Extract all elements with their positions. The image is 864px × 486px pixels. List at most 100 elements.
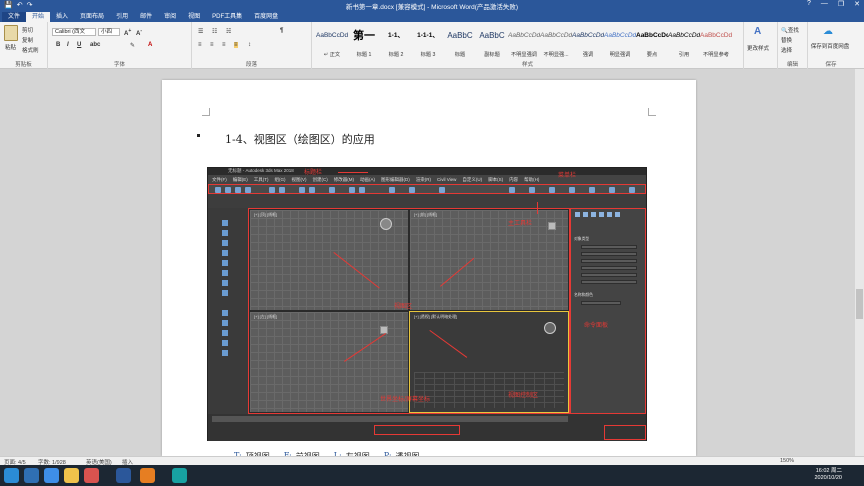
font-family-select[interactable]: Calibri (西文 bbox=[52, 28, 96, 36]
change-styles-button[interactable]: 更改样式 bbox=[747, 44, 769, 52]
style-normal[interactable]: AaBbCcDd ↵ 正文 bbox=[316, 26, 348, 60]
viewport-front[interactable]: [+] [前] [线框] bbox=[409, 209, 569, 311]
strikethrough-button[interactable]: abc bbox=[90, 42, 100, 48]
copy-button[interactable]: 复制 bbox=[22, 36, 33, 44]
viewport-navigation-controls[interactable] bbox=[604, 425, 646, 440]
max-3ds-icon[interactable] bbox=[172, 468, 187, 483]
modify-icon[interactable] bbox=[583, 212, 588, 217]
font-color-icon[interactable]: A bbox=[148, 42, 152, 48]
scrollbar-thumb[interactable] bbox=[856, 289, 863, 319]
tab-home[interactable]: 开始 bbox=[26, 12, 51, 22]
align-center-icon[interactable]: ≡ bbox=[210, 42, 214, 48]
find-button[interactable]: 🔍查找 bbox=[781, 26, 799, 34]
help-button[interactable]: ? bbox=[807, 0, 811, 8]
search-icon[interactable] bbox=[24, 468, 39, 483]
viewcube-icon[interactable] bbox=[380, 218, 392, 230]
viewport-perspective[interactable]: [+] [透视] [默认明暗处理] bbox=[409, 311, 569, 413]
font-size-select[interactable]: 小四 bbox=[98, 28, 120, 36]
font-group: Calibri (西文 小四 A+ A- B I U abc ✎ A 字体 bbox=[48, 22, 192, 69]
hierarchy-icon[interactable] bbox=[591, 212, 596, 217]
style-strong[interactable]: AaBbCcDd 要点 bbox=[636, 26, 668, 60]
display-icon[interactable] bbox=[607, 212, 612, 217]
align-right-icon[interactable]: ≡ bbox=[222, 42, 226, 48]
toolbar-icon bbox=[589, 187, 595, 193]
save-to-baidu-button[interactable]: 保存到百度网盘 bbox=[810, 42, 850, 50]
align-left-icon[interactable]: ≡ bbox=[198, 42, 202, 48]
style-heading-1[interactable]: 第一 标题 1 bbox=[348, 26, 380, 60]
chrome-icon[interactable] bbox=[140, 468, 155, 483]
viewcube-icon[interactable] bbox=[548, 222, 556, 230]
motion-icon[interactable] bbox=[599, 212, 604, 217]
tab-insert[interactable]: 插入 bbox=[50, 12, 74, 22]
tab-review[interactable]: 审阅 bbox=[158, 12, 182, 22]
line-spacing-icon[interactable]: ↕ bbox=[248, 42, 251, 48]
style-quote[interactable]: AaBbCcDd 引用 bbox=[668, 26, 700, 60]
start-icon[interactable] bbox=[4, 468, 19, 483]
vertical-scrollbar[interactable] bbox=[855, 69, 864, 456]
document-page[interactable]: 1-4、视图区（绘图区）的应用 无标题 - Autodesk 3ds Max 2… bbox=[162, 80, 696, 461]
close-button[interactable]: ✕ bbox=[854, 0, 860, 8]
bullets-icon[interactable]: ☰ bbox=[198, 28, 203, 35]
style-subtle-emphasis[interactable]: AaBbCcDd 不明显强调 bbox=[508, 26, 540, 60]
viewcube-icon[interactable] bbox=[544, 322, 556, 334]
panel-button[interactable] bbox=[581, 252, 637, 256]
tab-baidu-netdisk[interactable]: 百度网盘 bbox=[248, 12, 284, 22]
style-subtle-reference[interactable]: AaBbCcDd 不明显参考 bbox=[700, 26, 732, 60]
maximize-button[interactable]: ❐ bbox=[838, 0, 844, 8]
select-button[interactable]: 选择 bbox=[781, 46, 792, 54]
paste-button[interactable]: 粘贴 bbox=[5, 43, 16, 51]
italic-button[interactable]: I bbox=[67, 42, 69, 48]
panel-button[interactable] bbox=[581, 266, 637, 270]
panel-button[interactable] bbox=[581, 259, 637, 263]
panel-button[interactable] bbox=[581, 273, 637, 277]
utilities-icon[interactable] bbox=[615, 212, 620, 217]
embedded-screenshot[interactable]: 无标题 - Autodesk 3ds Max 2018 文件(F) 编辑(E) … bbox=[207, 167, 647, 441]
style-heading-2[interactable]: 1-1、 标题 2 bbox=[380, 26, 412, 60]
multilevel-list-icon[interactable]: ☵ bbox=[226, 28, 231, 35]
paste-icon[interactable] bbox=[4, 25, 18, 41]
replace-button[interactable]: 替换 bbox=[781, 36, 792, 44]
object-name-field[interactable] bbox=[581, 301, 621, 305]
style-intense-emphasis[interactable]: AaBbCcDd 明显强调 bbox=[604, 26, 636, 60]
change-styles-icon[interactable]: A bbox=[754, 26, 761, 37]
create-icon[interactable] bbox=[575, 212, 580, 217]
justify-icon[interactable]: ≡ bbox=[234, 42, 238, 48]
cloud-icon[interactable]: ☁ bbox=[823, 26, 833, 37]
cut-button[interactable]: 剪切 bbox=[22, 26, 33, 34]
annotation-title-bar: 标题栏 bbox=[304, 169, 323, 176]
tab-references[interactable]: 引用 bbox=[110, 12, 134, 22]
app-icon[interactable] bbox=[84, 468, 99, 483]
tab-pdf-tools[interactable]: PDF工具集 bbox=[206, 12, 248, 22]
viewport-top[interactable]: [+] [顶] [线框] bbox=[249, 209, 409, 311]
panel-button[interactable] bbox=[581, 280, 637, 284]
tab-mailings[interactable]: 邮件 bbox=[134, 12, 158, 22]
highlight-icon[interactable]: ✎ bbox=[130, 42, 135, 49]
system-clock[interactable]: 16:02 周二 2020/10/20 bbox=[814, 468, 842, 482]
tab-file[interactable]: 文件 bbox=[2, 12, 27, 22]
numbering-icon[interactable]: ☷ bbox=[212, 28, 217, 35]
style-emphasis[interactable]: AaBbCcDd 强调 bbox=[572, 26, 604, 60]
word-icon[interactable] bbox=[116, 468, 131, 483]
minimize-button[interactable]: — bbox=[821, 0, 828, 8]
style-subtitle[interactable]: AaBbC 副标题 bbox=[476, 26, 508, 60]
style-subtle-emphasis-2[interactable]: AaBbCcDd 不明显强... bbox=[540, 26, 572, 60]
zoom-level[interactable]: 150% bbox=[780, 458, 794, 464]
style-heading-3[interactable]: 1-1-1、 标题 3 bbox=[412, 26, 444, 60]
grow-font-icon[interactable]: A+ bbox=[124, 28, 131, 37]
coordinate-display[interactable] bbox=[374, 425, 460, 435]
show-marks-icon[interactable]: ¶ bbox=[280, 28, 283, 34]
time-slider[interactable] bbox=[212, 416, 568, 422]
tab-layout[interactable]: 页面布局 bbox=[74, 12, 110, 22]
title-bar: 💾 ↶ ↷ 新书第一章.docx [兼容模式] - Microsoft Word… bbox=[0, 0, 864, 11]
format-painter-button[interactable]: 格式刷 bbox=[22, 46, 39, 54]
style-title[interactable]: AaBbC 标题 bbox=[444, 26, 476, 60]
font-group-label: 字体 bbox=[113, 62, 125, 68]
panel-button[interactable] bbox=[581, 245, 637, 249]
tab-view[interactable]: 视图 bbox=[182, 12, 206, 22]
underline-button[interactable]: U bbox=[77, 42, 81, 48]
folder-icon[interactable] bbox=[64, 468, 79, 483]
browser-icon[interactable] bbox=[44, 468, 59, 483]
explorer-icon bbox=[222, 350, 228, 356]
shrink-font-icon[interactable]: A- bbox=[136, 28, 142, 37]
bold-button[interactable]: B bbox=[56, 42, 60, 48]
